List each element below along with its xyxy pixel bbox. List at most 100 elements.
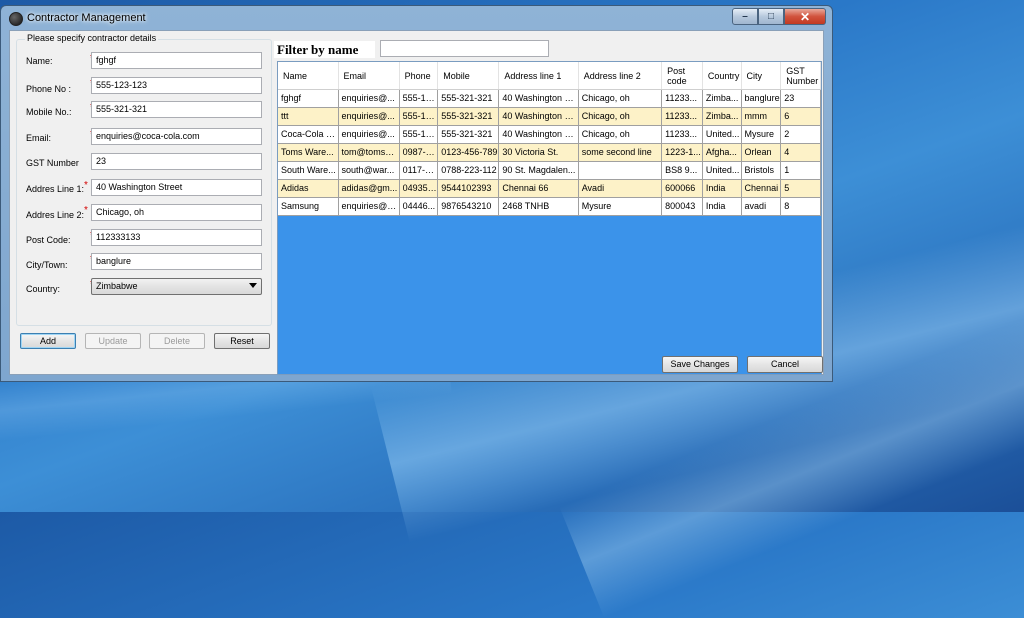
reset-button[interactable]: Reset bbox=[214, 333, 270, 349]
table-cell[interactable]: 2468 TNHB bbox=[498, 197, 579, 216]
table-cell[interactable]: 9876543210 bbox=[437, 197, 500, 216]
column-header-postcode[interactable]: Post code bbox=[661, 62, 703, 90]
table-cell[interactable]: 0788-223-112 bbox=[437, 161, 500, 180]
column-header-name[interactable]: Name bbox=[278, 62, 339, 90]
column-header-city[interactable]: City bbox=[741, 62, 782, 90]
title-bar[interactable]: Contractor Management – □ ✕ bbox=[1, 6, 832, 30]
address1-field[interactable]: 40 Washington Street bbox=[91, 179, 262, 196]
table-cell[interactable]: fghgf bbox=[278, 89, 339, 108]
table-cell[interactable]: 11233... bbox=[661, 125, 703, 144]
table-row[interactable]: Toms Ware... tom@tomsw... 0987-6... 0123-45… bbox=[278, 143, 821, 162]
table-cell[interactable]: Chicago, oh bbox=[578, 107, 663, 126]
table-cell[interactable]: United... bbox=[702, 125, 742, 144]
table-cell[interactable]: BS8 9... bbox=[661, 161, 703, 180]
country-select[interactable]: Zimbabwe bbox=[91, 278, 262, 295]
table-cell[interactable]: Zimba... bbox=[702, 89, 742, 108]
table-cell[interactable]: 555-12... bbox=[399, 125, 439, 144]
column-header-address1[interactable]: Address line 1 bbox=[498, 62, 579, 90]
table-cell[interactable]: 555-321-321 bbox=[437, 107, 500, 126]
table-cell[interactable]: Avadi bbox=[578, 179, 663, 198]
table-cell[interactable]: Mysure bbox=[741, 125, 782, 144]
column-header-address2[interactable]: Address line 2 bbox=[578, 62, 663, 90]
table-cell[interactable]: Orlean bbox=[741, 143, 782, 162]
table-cell[interactable]: some second line bbox=[578, 143, 663, 162]
table-cell[interactable]: 6 bbox=[780, 107, 821, 126]
table-cell[interactable]: 04935-... bbox=[399, 179, 439, 198]
table-cell[interactable]: 555-12... bbox=[399, 89, 439, 108]
table-cell[interactable]: 40 Washington S... bbox=[498, 125, 579, 144]
table-cell[interactable]: south@war... bbox=[338, 161, 400, 180]
gst-field[interactable]: 23 bbox=[91, 153, 262, 170]
table-cell[interactable]: 0117-9... bbox=[399, 161, 439, 180]
table-cell[interactable]: tom@tomsw... bbox=[338, 143, 400, 162]
table-cell[interactable]: Coca-Cola Ltd bbox=[278, 125, 339, 144]
address2-field[interactable]: Chicago, oh bbox=[91, 204, 262, 221]
table-row[interactable]: fghgf enquiries@... 555-12... 555-321-321 40… bbox=[278, 89, 821, 108]
city-field[interactable]: banglure bbox=[91, 253, 262, 270]
table-cell[interactable]: Chicago, oh bbox=[578, 89, 663, 108]
name-field[interactable]: fghgf bbox=[91, 52, 262, 69]
table-cell[interactable]: India bbox=[702, 197, 742, 216]
table-cell[interactable]: 40 Washington S... bbox=[498, 89, 579, 108]
column-header-mobile[interactable]: Mobile bbox=[437, 62, 500, 90]
postcode-field[interactable]: 112333133 bbox=[91, 229, 262, 246]
table-cell[interactable]: 800043 bbox=[661, 197, 703, 216]
table-cell[interactable]: enquiries@... bbox=[338, 107, 400, 126]
table-cell[interactable]: adidas@gm... bbox=[338, 179, 400, 198]
table-cell[interactable]: 0987-6... bbox=[399, 143, 439, 162]
table-cell[interactable]: mmm bbox=[741, 107, 782, 126]
table-cell[interactable]: Afgha... bbox=[702, 143, 742, 162]
table-cell[interactable]: Chennai 66 bbox=[498, 179, 579, 198]
table-cell[interactable]: 555-321-321 bbox=[437, 125, 500, 144]
table-cell[interactable]: 40 Washington S... bbox=[498, 107, 579, 126]
table-cell[interactable]: 30 Victoria St. bbox=[498, 143, 579, 162]
table-cell[interactable]: 555-321-321 bbox=[437, 89, 500, 108]
save-changes-button[interactable]: Save Changes bbox=[662, 356, 738, 373]
table-cell[interactable]: Chicago, oh bbox=[578, 125, 663, 144]
filter-input[interactable] bbox=[380, 40, 549, 57]
table-cell[interactable]: avadi bbox=[741, 197, 782, 216]
contractors-grid[interactable]: Name Email Phone Mobile Address line 1 A… bbox=[277, 61, 822, 375]
add-button[interactable]: Add bbox=[20, 333, 76, 349]
table-cell[interactable]: 600066 bbox=[661, 179, 703, 198]
table-cell[interactable]: 4 bbox=[780, 143, 821, 162]
table-cell[interactable]: 90 St. Magdalen... bbox=[498, 161, 579, 180]
table-cell[interactable]: 11233... bbox=[661, 89, 703, 108]
close-button[interactable]: ✕ bbox=[784, 8, 826, 25]
table-cell[interactable]: Chennai bbox=[741, 179, 782, 198]
delete-button[interactable]: Delete bbox=[149, 333, 205, 349]
phone-field[interactable]: 555-123-123 bbox=[91, 77, 262, 94]
column-header-phone[interactable]: Phone bbox=[399, 62, 439, 90]
table-cell[interactable]: 555-12... bbox=[399, 107, 439, 126]
table-cell[interactable]: Toms Ware... bbox=[278, 143, 339, 162]
table-cell[interactable]: 04446... bbox=[399, 197, 439, 216]
table-cell[interactable]: enquiries@... bbox=[338, 125, 400, 144]
table-cell[interactable]: 5 bbox=[780, 179, 821, 198]
table-cell[interactable]: Bristols bbox=[741, 161, 782, 180]
table-cell[interactable]: 11233... bbox=[661, 107, 703, 126]
table-row[interactable]: Coca-Cola Ltd enquiries@... 555-12... 555-3… bbox=[278, 125, 821, 144]
table-cell[interactable]: 1223-1... bbox=[661, 143, 703, 162]
table-cell[interactable]: India bbox=[702, 179, 742, 198]
minimize-button[interactable]: – bbox=[732, 8, 758, 25]
table-row[interactable]: ttt enquiries@... 555-12... 555-321-321 40 W… bbox=[278, 107, 821, 126]
email-field[interactable]: enquiries@coca-cola.com bbox=[91, 128, 262, 145]
table-cell[interactable]: Zimba... bbox=[702, 107, 742, 126]
update-button[interactable]: Update bbox=[85, 333, 141, 349]
table-cell[interactable]: enquiries@s... bbox=[338, 197, 400, 216]
table-cell[interactable] bbox=[578, 161, 663, 180]
table-cell[interactable]: 0123-456-789 bbox=[437, 143, 500, 162]
column-header-email[interactable]: Email bbox=[338, 62, 400, 90]
table-row[interactable]: Samsung enquiries@s... 04446... 9876543210 2… bbox=[278, 197, 821, 216]
table-row[interactable]: South Ware... south@war... 0117-9... 0788-2… bbox=[278, 161, 821, 180]
table-cell[interactable]: Samsung bbox=[278, 197, 339, 216]
table-cell[interactable]: ttt bbox=[278, 107, 339, 126]
table-cell[interactable]: banglure bbox=[741, 89, 782, 108]
table-row[interactable]: Adidas adidas@gm... 04935-... 9544102393 Che… bbox=[278, 179, 821, 198]
table-cell[interactable]: 8 bbox=[780, 197, 821, 216]
mobile-field[interactable]: 555-321-321 bbox=[91, 101, 262, 118]
column-header-gst[interactable]: GST Number bbox=[780, 62, 821, 90]
table-cell[interactable]: 9544102393 bbox=[437, 179, 500, 198]
table-cell[interactable]: enquiries@... bbox=[338, 89, 400, 108]
table-cell[interactable]: South Ware... bbox=[278, 161, 339, 180]
